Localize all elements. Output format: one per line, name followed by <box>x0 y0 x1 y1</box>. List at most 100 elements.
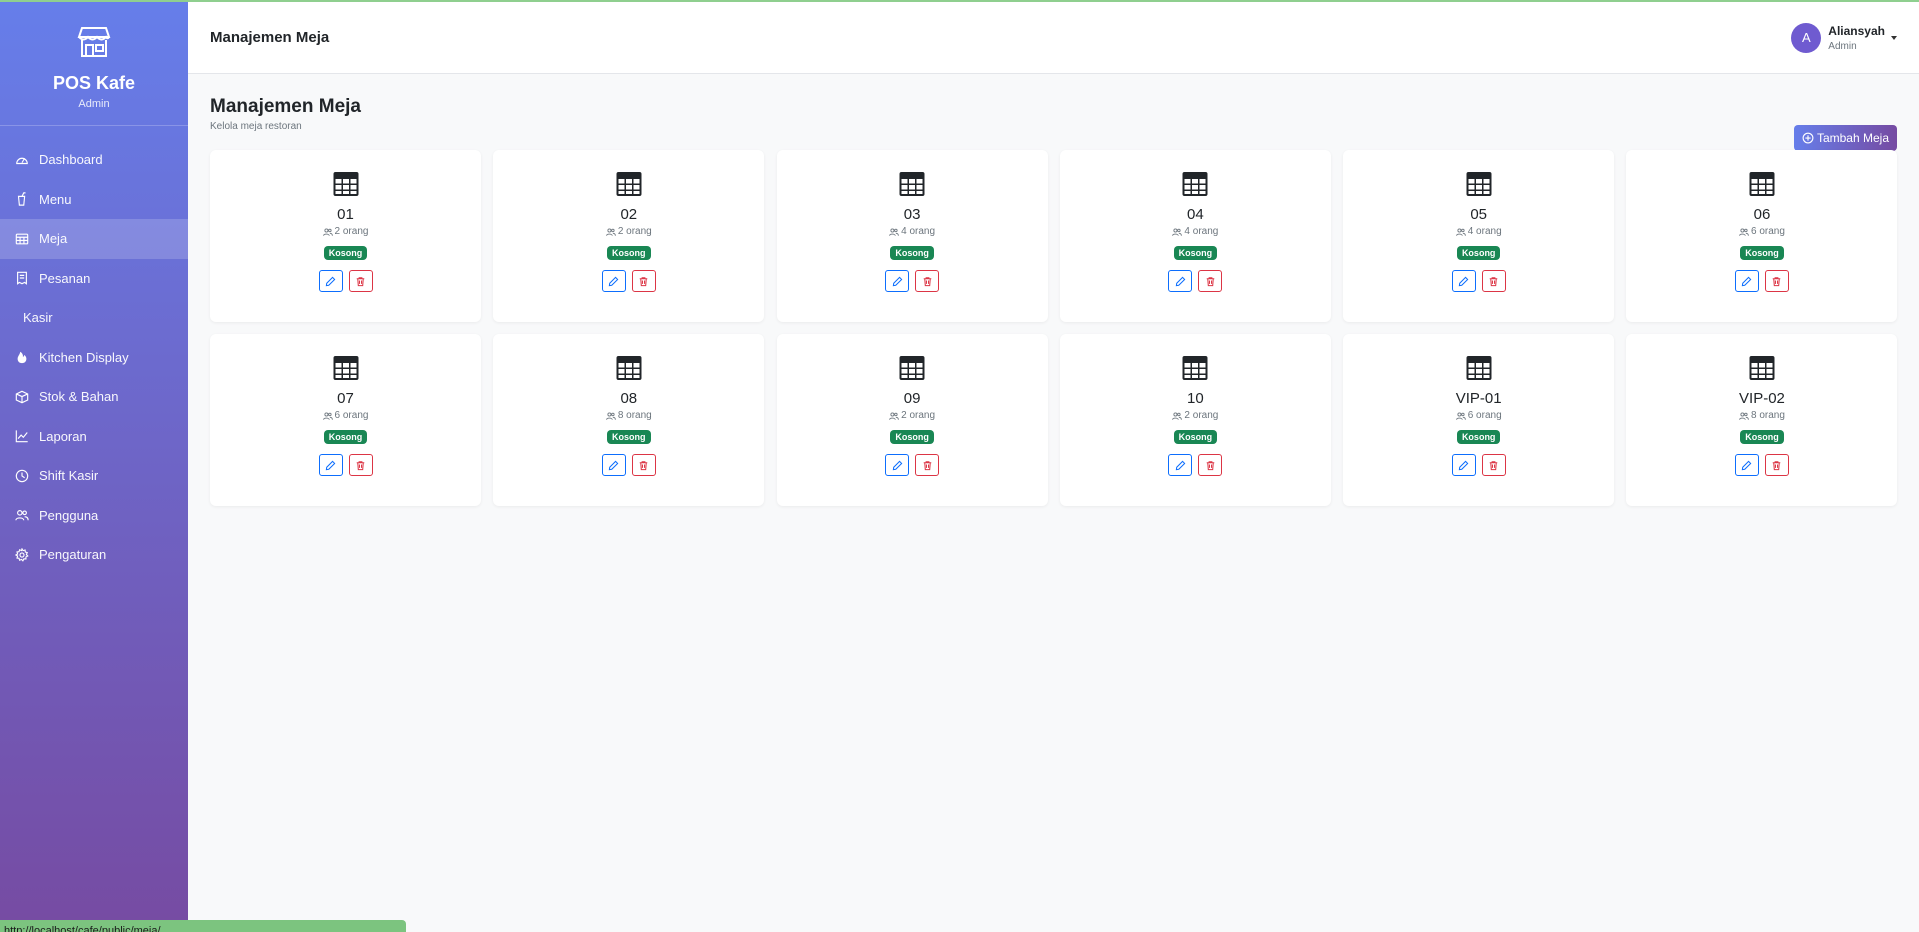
edit-table-button[interactable] <box>1451 454 1476 476</box>
table-actions <box>777 454 1048 476</box>
trash-icon <box>1206 276 1215 286</box>
sidebar-item-menu[interactable]: Menu <box>0 180 188 220</box>
edit-table-button[interactable] <box>885 454 910 476</box>
status-badge: Kosong <box>1173 430 1218 444</box>
status-badge: Kosong <box>890 430 934 444</box>
table-icon <box>331 169 361 199</box>
edit-table-button[interactable] <box>601 270 626 292</box>
delete-table-button[interactable] <box>1481 454 1506 476</box>
sidebar-brand: POS Kafe Admin <box>0 0 188 126</box>
cup-icon <box>15 192 29 206</box>
delete-table-button[interactable] <box>631 270 656 292</box>
table-actions <box>1626 270 1897 292</box>
pencil-icon <box>1175 276 1186 286</box>
edit-table-button[interactable] <box>318 270 343 292</box>
pencil-icon <box>1742 276 1752 286</box>
table-capacity-text: 2 orang <box>617 226 652 237</box>
delete-table-button[interactable] <box>348 454 373 476</box>
trash-icon <box>1773 276 1781 286</box>
page-loading-bar <box>0 0 1919 2</box>
sidebar-item-stok-bahan[interactable]: Stok & Bahan <box>0 377 188 417</box>
trash-icon <box>1489 276 1498 286</box>
trash-icon <box>923 460 931 470</box>
table-card: 04 4 orang Kosong <box>1059 150 1331 322</box>
table-card: 09 2 orang Kosong <box>776 334 1048 506</box>
people-icon <box>1172 411 1183 420</box>
edit-table-button[interactable] <box>1734 454 1759 476</box>
sidebar-nav: Dashboard Menu Meja Pesanan Kasir Kitche… <box>0 126 188 575</box>
chevron-down-icon <box>1891 35 1897 40</box>
table-name: VIP-01 <box>1455 390 1502 407</box>
status-badge: Kosong <box>1173 246 1218 260</box>
edit-table-button[interactable] <box>601 454 626 476</box>
trash-icon <box>356 276 365 286</box>
table-capacity-text: 6 orang <box>1751 226 1785 237</box>
table-capacity-text: 4 orang <box>1184 226 1219 237</box>
delete-table-button[interactable] <box>1764 270 1789 292</box>
edit-table-button[interactable] <box>1168 454 1193 476</box>
people-icon <box>15 508 29 522</box>
edit-table-button[interactable] <box>1451 270 1476 292</box>
top-bar: Manajemen Meja A Aliansyah Admin <box>188 2 1919 74</box>
table-icon <box>1747 353 1777 383</box>
sidebar-item-pengaturan[interactable]: Pengaturan <box>0 535 188 575</box>
table-name: 06 <box>1753 206 1771 223</box>
table-actions <box>493 454 764 476</box>
delete-table-button[interactable] <box>1198 270 1223 292</box>
sidebar-item-meja[interactable]: Meja <box>0 219 188 259</box>
edit-table-button[interactable] <box>1734 270 1759 292</box>
sidebar-item-kitchen-display[interactable]: Kitchen Display <box>0 338 188 378</box>
sidebar-item-pesanan[interactable]: Pesanan <box>0 259 188 299</box>
sidebar-item-dashboard[interactable]: Dashboard <box>0 140 188 180</box>
delete-table-button[interactable] <box>348 270 373 292</box>
delete-table-button[interactable] <box>1198 454 1223 476</box>
delete-table-button[interactable] <box>1764 454 1789 476</box>
table-name: 02 <box>620 206 638 223</box>
shop-icon <box>76 27 112 64</box>
pencil-icon <box>1175 460 1186 470</box>
sidebar-item-laporan[interactable]: Laporan <box>0 417 188 457</box>
edit-table-button[interactable] <box>885 270 910 292</box>
table-capacity-text: 8 orang <box>1751 410 1785 421</box>
pencil-icon <box>609 460 619 470</box>
table-name: 04 <box>1187 206 1204 223</box>
status-badge: Kosong <box>1740 430 1784 444</box>
sidebar-item-kasir[interactable]: Kasir <box>0 298 188 338</box>
table-name: 01 <box>337 206 354 223</box>
sidebar-item-label: Shift Kasir <box>39 468 99 484</box>
table-actions <box>1343 454 1614 476</box>
table-capacity: 2 orang <box>1060 410 1331 421</box>
table-capacity-text: 2 orang <box>334 226 369 237</box>
pencil-icon <box>892 460 902 470</box>
sidebar-item-label: Kasir <box>23 310 53 326</box>
people-icon <box>322 411 333 420</box>
receipt-icon <box>15 271 29 286</box>
status-badge: Kosong <box>607 246 651 260</box>
user-name: Aliansyah <box>1828 23 1885 38</box>
delete-table-button[interactable] <box>631 454 656 476</box>
edit-table-button[interactable] <box>1168 270 1193 292</box>
add-table-button[interactable]: Tambah Meja <box>1793 125 1897 151</box>
table-card: 01 2 orang Kosong <box>210 150 481 322</box>
brand-role: Admin <box>78 98 110 110</box>
user-menu[interactable]: A Aliansyah Admin <box>1791 22 1897 53</box>
trash-icon <box>1773 460 1781 470</box>
table-actions <box>210 454 481 476</box>
table-name: 10 <box>1187 390 1204 407</box>
delete-table-button[interactable] <box>1481 270 1506 292</box>
delete-table-button[interactable] <box>915 270 940 292</box>
edit-table-button[interactable] <box>318 454 343 476</box>
table-grid: 01 2 orang Kosong 02 2 orang Kosong 03 4… <box>210 150 1898 506</box>
pencil-icon <box>892 276 902 286</box>
delete-table-button[interactable] <box>915 454 940 476</box>
table-actions <box>493 270 764 292</box>
table-icon <box>897 169 927 199</box>
table-card: 05 4 orang Kosong <box>1343 150 1615 322</box>
avatar: A <box>1791 22 1822 53</box>
sidebar-item-pengguna[interactable]: Pengguna <box>0 496 188 536</box>
table-icon <box>331 353 361 383</box>
sidebar-item-label: Menu <box>39 191 72 207</box>
sidebar-item-shift-kasir[interactable]: Shift Kasir <box>0 456 188 496</box>
table-card: 07 6 orang Kosong <box>210 334 481 506</box>
table-capacity-text: 8 orang <box>617 410 652 421</box>
